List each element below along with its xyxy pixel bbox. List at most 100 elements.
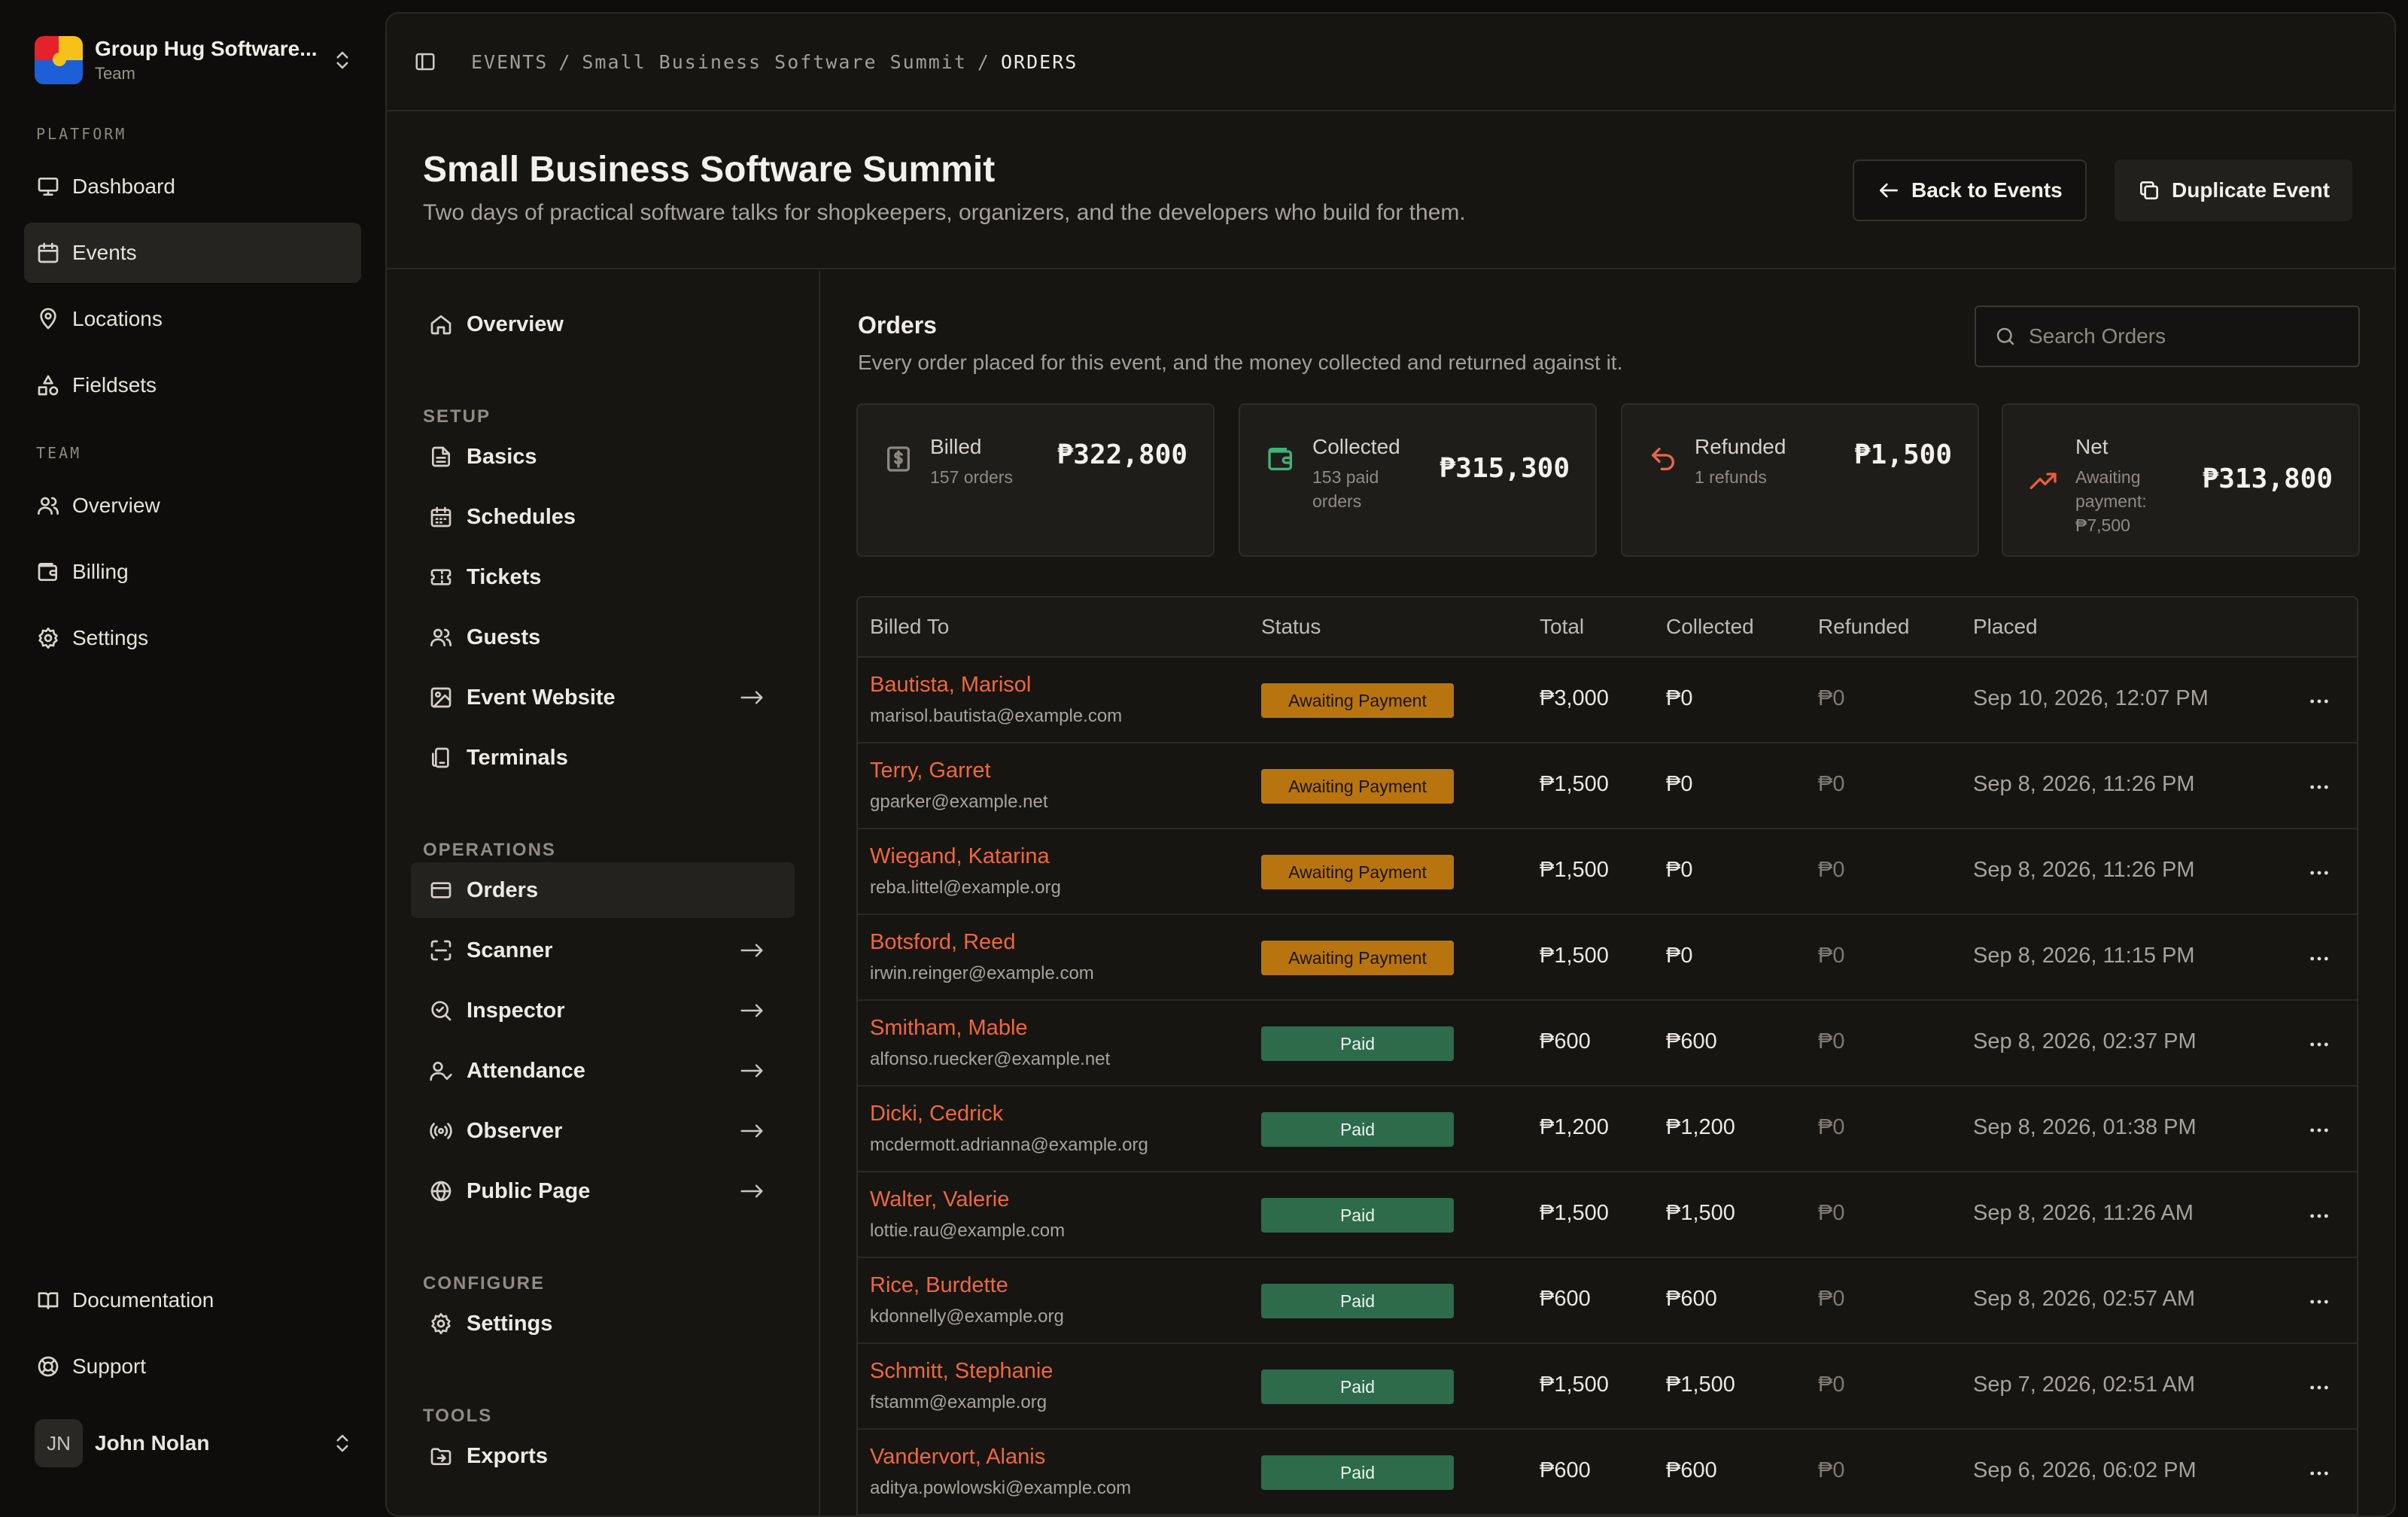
order-placed: Sep 8, 2026, 11:26 PM bbox=[1973, 772, 2195, 796]
more-actions-icon[interactable] bbox=[2307, 689, 2331, 713]
team-switcher[interactable]: Group Hug Software... Team bbox=[35, 32, 358, 89]
column-header-collected[interactable]: Collected bbox=[1666, 615, 1754, 639]
sidebar-item-team-overview[interactable]: Overview bbox=[24, 476, 361, 536]
column-header-total[interactable]: Total bbox=[1540, 615, 1584, 639]
stat-value: ₱1,500 bbox=[1853, 439, 1952, 470]
billed-to-name[interactable]: Schmitt, Stephanie bbox=[870, 1359, 1053, 1384]
scan-icon bbox=[430, 940, 451, 961]
billed-to-email: irwin.reinger@example.com bbox=[870, 963, 1094, 983]
subnav-item-overview[interactable]: Overview bbox=[411, 296, 795, 352]
arrow-right-icon bbox=[740, 1184, 763, 1198]
breadcrumb-current: ORDERS bbox=[1000, 50, 1078, 73]
table-row[interactable]: Terry, Garret gparker@example.net Awaiting… bbox=[858, 743, 2357, 829]
arrow-right-icon bbox=[740, 1004, 763, 1017]
copy-icon bbox=[2140, 181, 2158, 199]
sidebar-toggle-icon[interactable] bbox=[414, 50, 436, 73]
table-row[interactable]: Botsford, Reed irwin.reinger@example.com A… bbox=[858, 915, 2357, 1001]
subnav-item-attendance[interactable]: Attendance bbox=[411, 1043, 795, 1099]
billed-to-name[interactable]: Terry, Garret bbox=[870, 758, 991, 783]
life-buoy-icon bbox=[38, 1356, 59, 1377]
event-subnav: Overview SETUP Basics Schedules Tickets … bbox=[387, 271, 820, 1515]
billed-to-name[interactable]: Bautista, Marisol bbox=[870, 673, 1031, 698]
search-input[interactable]: Search Orders bbox=[1975, 306, 2360, 367]
duplicate-event-button[interactable]: Duplicate Event bbox=[2115, 160, 2353, 221]
sidebar-item-events[interactable]: Events bbox=[24, 223, 361, 283]
table-row[interactable]: Rice, Burdette kdonnelly@example.org Paid ₱… bbox=[858, 1258, 2357, 1344]
more-actions-icon[interactable] bbox=[2307, 775, 2331, 799]
status-badge: Paid bbox=[1261, 1198, 1454, 1233]
subnav-item-orders[interactable]: Orders bbox=[411, 862, 795, 918]
dollar-icon bbox=[887, 446, 910, 472]
more-actions-icon[interactable] bbox=[2307, 1461, 2331, 1485]
more-actions-icon[interactable] bbox=[2307, 1118, 2331, 1142]
page-description: Two days of practical software talks for… bbox=[423, 200, 1466, 225]
billed-to-name[interactable]: Wiegand, Katarina bbox=[870, 844, 1050, 869]
table-row[interactable]: Vandervort, Alanis aditya.powlowski@examp… bbox=[858, 1430, 2357, 1515]
back-to-events-button[interactable]: Back to Events bbox=[1853, 160, 2087, 221]
subnav-item-settings[interactable]: Settings bbox=[411, 1296, 795, 1351]
more-actions-icon[interactable] bbox=[2307, 1204, 2331, 1228]
column-header-refunded[interactable]: Refunded bbox=[1818, 615, 1909, 639]
billed-to-name[interactable]: Rice, Burdette bbox=[870, 1273, 1008, 1298]
breadcrumb-event[interactable]: Small Business Software Summit bbox=[582, 51, 967, 73]
order-collected: ₱0 bbox=[1666, 858, 1693, 882]
subnav-item-observer[interactable]: Observer bbox=[411, 1103, 795, 1159]
order-placed: Sep 10, 2026, 12:07 PM bbox=[1973, 686, 2209, 710]
undo-icon bbox=[1652, 448, 1674, 470]
more-actions-icon[interactable] bbox=[2307, 1032, 2331, 1056]
billed-to-name[interactable]: Botsford, Reed bbox=[870, 930, 1015, 955]
subnav-item-public-page[interactable]: Public Page bbox=[411, 1163, 795, 1219]
user-menu[interactable]: JN John Nolan bbox=[35, 1415, 358, 1472]
more-actions-icon[interactable] bbox=[2307, 1290, 2331, 1314]
arrow-right-icon bbox=[740, 1064, 763, 1078]
order-refunded: ₱0 bbox=[1818, 1458, 1845, 1482]
sidebar-item-documentation[interactable]: Documentation bbox=[24, 1270, 361, 1330]
more-actions-icon[interactable] bbox=[2307, 947, 2331, 971]
subnav-item-basics[interactable]: Basics bbox=[411, 429, 795, 485]
billed-to-email: alfonso.ruecker@example.net bbox=[870, 1049, 1111, 1069]
subnav-item-label: Overview bbox=[467, 312, 564, 336]
calendar-icon bbox=[38, 242, 59, 263]
subnav-item-event-website[interactable]: Event Website bbox=[411, 670, 795, 725]
file-text-icon bbox=[432, 446, 450, 467]
table-row[interactable]: Dicki, Cedrick mcdermott.adrianna@example… bbox=[858, 1087, 2357, 1172]
sidebar-item-dashboard[interactable]: Dashboard bbox=[24, 157, 361, 217]
sidebar-item-locations[interactable]: Locations bbox=[24, 289, 361, 349]
subnav-item-terminals[interactable]: Terminals bbox=[411, 730, 795, 786]
order-total: ₱1,500 bbox=[1540, 858, 1609, 882]
duplicate-event-label: Duplicate Event bbox=[2172, 178, 2330, 202]
billed-to-name[interactable]: Dicki, Cedrick bbox=[870, 1102, 1003, 1126]
table-row[interactable]: Schmitt, Stephanie fstamm@example.org Paid… bbox=[858, 1344, 2357, 1430]
subnav-item-exports[interactable]: Exports bbox=[411, 1428, 795, 1484]
billed-to-name[interactable]: Vandervort, Alanis bbox=[870, 1445, 1045, 1470]
sidebar-item-settings[interactable]: Settings bbox=[24, 608, 361, 668]
more-actions-icon[interactable] bbox=[2307, 861, 2331, 885]
billed-to-email: reba.littel@example.org bbox=[870, 877, 1061, 898]
sidebar-item-billing[interactable]: Billing bbox=[24, 542, 361, 602]
globe-icon bbox=[430, 1181, 451, 1202]
order-placed: Sep 7, 2026, 02:51 AM bbox=[1973, 1373, 2196, 1397]
breadcrumb-events[interactable]: EVENTS bbox=[471, 51, 548, 73]
order-refunded: ₱0 bbox=[1818, 1373, 1845, 1397]
subnav-item-guests[interactable]: Guests bbox=[411, 610, 795, 665]
column-header-billed-to[interactable]: Billed To bbox=[870, 615, 949, 639]
calendar-days-icon bbox=[430, 506, 451, 527]
more-actions-icon[interactable] bbox=[2307, 1376, 2331, 1400]
column-header-placed[interactable]: Placed bbox=[1973, 615, 2038, 639]
subnav-item-scanner[interactable]: Scanner bbox=[411, 923, 795, 978]
table-row[interactable]: Wiegand, Katarina reba.littel@example.org… bbox=[858, 829, 2357, 915]
subnav-item-tickets[interactable]: Tickets bbox=[411, 549, 795, 605]
table-row[interactable]: Bautista, Marisol marisol.bautista@exampl… bbox=[858, 658, 2357, 743]
billed-to-email: kdonnelly@example.org bbox=[870, 1306, 1064, 1327]
subnav-item-schedules[interactable]: Schedules bbox=[411, 489, 795, 545]
subnav-item-inspector[interactable]: Inspector bbox=[411, 983, 795, 1038]
billed-to-email: mcdermott.adrianna@example.org bbox=[870, 1135, 1148, 1155]
sidebar-item-fieldsets[interactable]: Fieldsets bbox=[24, 355, 361, 415]
table-row[interactable]: Walter, Valerie lottie.rau@example.com Pai… bbox=[858, 1172, 2357, 1258]
table-row[interactable]: Smitham, Mable alfonso.ruecker@example.ne… bbox=[858, 1001, 2357, 1087]
sidebar-item-support[interactable]: Support bbox=[24, 1336, 361, 1397]
column-header-status[interactable]: Status bbox=[1261, 615, 1321, 639]
order-total: ₱1,500 bbox=[1540, 1201, 1609, 1225]
billed-to-name[interactable]: Walter, Valerie bbox=[870, 1187, 1009, 1212]
billed-to-name[interactable]: Smitham, Mable bbox=[870, 1016, 1028, 1041]
